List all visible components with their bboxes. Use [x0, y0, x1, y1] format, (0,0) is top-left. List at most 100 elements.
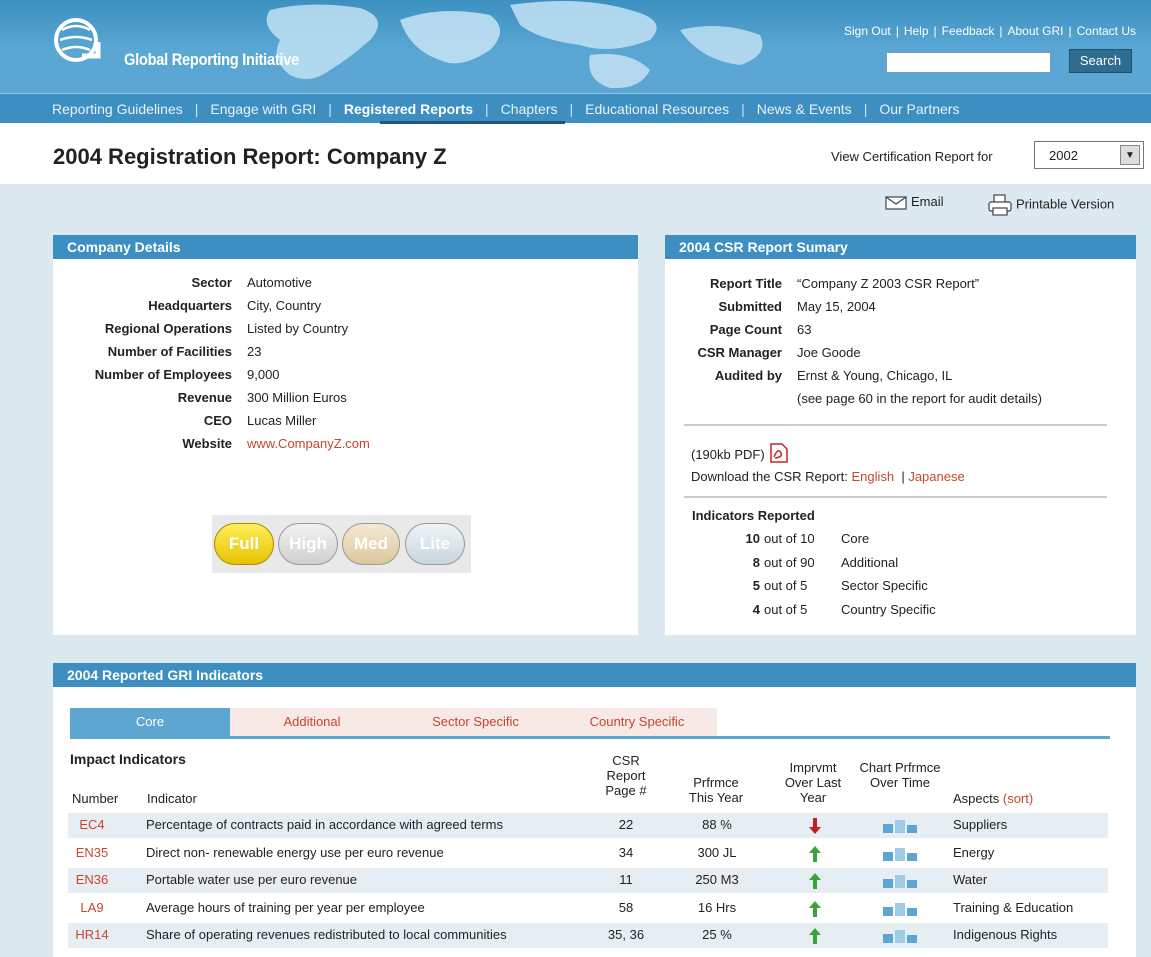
company-website-link[interactable]: www.CompanyZ.com	[247, 436, 370, 451]
email-label[interactable]: Email	[911, 194, 944, 209]
col-performance: Prfrmce This Year	[688, 775, 744, 805]
col-number: Number	[72, 791, 119, 806]
indicator-type: Country Specific	[841, 601, 936, 617]
indicator-tabs: Core Additional Sector Specific Country …	[70, 708, 1110, 738]
email-tool[interactable]: Email	[885, 194, 944, 210]
sign-out-link[interactable]: Sign Out	[844, 24, 891, 38]
tab-additional[interactable]: Additional	[230, 708, 394, 736]
chart-icon[interactable]	[883, 902, 923, 916]
chart-icon[interactable]	[883, 819, 923, 833]
company-details-heading: Company Details	[53, 235, 638, 259]
printable-version-tool[interactable]: Printable Version	[988, 194, 1114, 216]
indicator-of-total: out of 5	[764, 601, 808, 617]
col-chart: Chart Prfrmce Over Time	[859, 760, 941, 790]
csr-page-number: 35, 36	[607, 927, 645, 942]
indicator-number-link[interactable]: EN35	[72, 845, 112, 860]
csr-summary-label: Submitted	[718, 299, 782, 314]
chevron-down-icon[interactable]: ▼	[1120, 145, 1140, 165]
aspect-name: Energy	[953, 844, 995, 860]
table-row[interactable]: LA9 Average hours of training per year pe…	[68, 896, 1108, 921]
table-row[interactable]: EC4 Percentage of contracts paid in accor…	[68, 813, 1108, 838]
indicator-number-link[interactable]: EN36	[72, 872, 112, 887]
performance-value: 88 %	[702, 817, 732, 832]
chart-icon[interactable]	[883, 847, 923, 861]
csr-page-number: 34	[618, 844, 634, 860]
year-select[interactable]: 2002 ▼	[1034, 141, 1144, 169]
company-detail-label: Website	[182, 436, 232, 451]
csr-summary-value: Ernst & Young, Chicago, IL	[797, 368, 953, 383]
csr-summary-panel: 2004 CSR Report Sumary	[665, 235, 1136, 635]
impact-indicators-title: Impact Indicators	[70, 751, 186, 767]
tab-core[interactable]: Core	[70, 708, 230, 736]
sort-aspects-link[interactable]: (sort)	[1003, 791, 1033, 806]
indicator-name: Share of operating revenues redistribute…	[146, 927, 507, 942]
nav-registered-reports[interactable]: Registered Reports	[344, 101, 473, 117]
col-aspects: Aspects (sort)	[953, 791, 1034, 806]
csr-summary-label: Report Title	[710, 276, 782, 291]
top-utility-links: Sign Out | Help | Feedback | About GRI | Contact…	[844, 24, 1136, 38]
performance-value: 16 Hrs	[697, 899, 737, 915]
contact-us-link[interactable]: Contact Us	[1077, 24, 1136, 38]
aspect-name: Water	[953, 872, 988, 887]
site-logo-text[interactable]: Global Reporting Initiative	[124, 50, 299, 70]
aspect-name: Training & Education	[953, 899, 1074, 915]
tab-underline	[70, 736, 1110, 739]
company-detail-label: CEO	[203, 413, 232, 428]
gri-globe-logo-icon[interactable]	[52, 16, 102, 66]
arrow-up-icon	[809, 928, 821, 944]
main-nav: Reporting Guidelines | Engage with GRI | R…	[0, 93, 1151, 124]
year-select-value: 2002	[1049, 148, 1078, 163]
page-title: 2004 Registration Report: Company Z	[53, 144, 447, 169]
table-row[interactable]: HR14 Share of operating revenues redistri…	[68, 923, 1108, 948]
csr-summary-value: 63	[797, 322, 812, 337]
nav-our-partners[interactable]: Our Partners	[879, 101, 959, 117]
pdf-icon[interactable]	[770, 443, 789, 463]
rating-full-button[interactable]: Full	[214, 523, 274, 565]
nav-chapters[interactable]: Chapters	[501, 101, 558, 117]
col-improvement: Imprvmt Over Last Year	[784, 760, 842, 805]
rating-lite-button[interactable]: Lite	[405, 523, 465, 565]
nav-reporting-guidelines[interactable]: Reporting Guidelines	[52, 101, 183, 117]
table-row[interactable]: EN35 Direct non- renewable energy use per…	[68, 841, 1108, 866]
nav-engage-with-gri[interactable]: Engage with GRI	[210, 101, 316, 117]
indicator-name: Portable water use per euro revenue	[146, 872, 358, 887]
csr-summary-label: Audited by	[714, 368, 782, 383]
chart-icon[interactable]	[883, 929, 923, 943]
rating-med-button[interactable]: Med	[342, 523, 400, 565]
chart-icon[interactable]	[883, 874, 923, 888]
title-bar: 2004 Registration Report: Company Z View…	[0, 124, 1151, 184]
download-row: Download the CSR Report: English | Japan…	[691, 469, 965, 484]
search-button[interactable]: Search	[1069, 49, 1132, 73]
feedback-link[interactable]: Feedback	[942, 24, 995, 38]
indicators-reported-heading: Indicators Reported	[692, 508, 815, 523]
indicator-of-total: out of 5	[764, 578, 808, 593]
indicator-number-link[interactable]: LA9	[72, 900, 112, 915]
indicator-number-link[interactable]: EC4	[72, 817, 112, 832]
tab-country-specific[interactable]: Country Specific	[557, 708, 717, 736]
arrow-up-icon	[809, 845, 821, 862]
site-header: Global Reporting Initiative Sign Out | Hel…	[0, 0, 1151, 93]
nav-educational-resources[interactable]: Educational Resources	[585, 101, 729, 117]
arrow-down-icon	[809, 818, 821, 834]
tab-sector-specific[interactable]: Sector Specific	[394, 708, 557, 736]
printable-version-label[interactable]: Printable Version	[1016, 196, 1114, 211]
rating-high-button[interactable]: High	[278, 523, 338, 565]
download-english-link[interactable]: English	[851, 469, 894, 484]
csr-summary-value: Joe Goode	[797, 345, 861, 360]
indicator-of-total: out of 10	[764, 531, 815, 546]
download-japanese-link[interactable]: Japanese	[908, 469, 964, 484]
csr-summary-value: “Company Z 2003 CSR Report”	[797, 276, 980, 291]
indicator-number-link[interactable]: HR14	[72, 927, 112, 942]
csr-page-number: 11	[619, 872, 633, 887]
indicator-type: Core	[841, 531, 870, 546]
table-row[interactable]: EN36 Portable water use per euro revenue 1…	[68, 868, 1108, 893]
nav-news-events[interactable]: News & Events	[757, 101, 852, 117]
col-csr-page: CSR Report Page #	[605, 753, 647, 798]
search-input[interactable]	[886, 52, 1051, 73]
company-detail-label: Number of Employees	[94, 367, 232, 382]
about-gri-link[interactable]: About GRI	[1007, 24, 1063, 38]
printer-icon	[988, 194, 1012, 216]
company-detail-value: 23	[247, 344, 262, 359]
help-link[interactable]: Help	[904, 24, 929, 38]
performance-value: 300 JL	[697, 844, 737, 860]
